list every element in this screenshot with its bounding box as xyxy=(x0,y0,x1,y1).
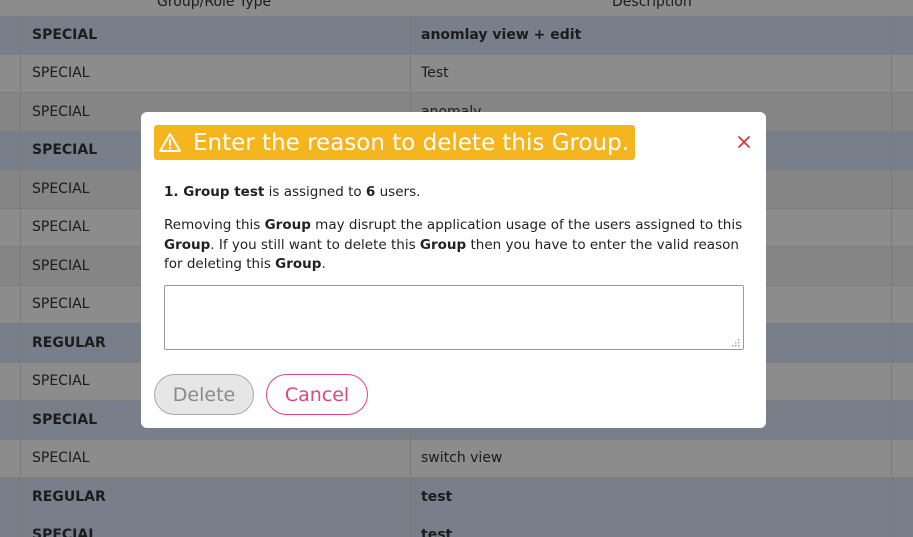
warning-icon xyxy=(159,132,181,152)
warning-group-1: Group xyxy=(264,217,311,233)
page: Group/Role Type Description SPECIAL anoml… xyxy=(0,0,913,537)
assignment-text: is assigned to xyxy=(264,184,366,200)
warning-message: Removing this Group may disrupt the appl… xyxy=(164,216,744,275)
list-number: 1. xyxy=(164,184,184,200)
dialog-title-bar: Enter the reason to delete this Group. xyxy=(154,125,636,160)
group-name: Group test xyxy=(183,184,265,200)
warning-group-2: Group xyxy=(164,236,211,253)
warning-text-3: . If you still want to delete this xyxy=(210,236,420,253)
user-count: 6 xyxy=(365,184,376,200)
delete-group-dialog: Enter the reason to delete this Group. 1… xyxy=(141,112,766,428)
cancel-button[interactable]: Cancel xyxy=(266,374,368,415)
warning-group-4: Group xyxy=(275,256,322,272)
dialog-title: Enter the reason to delete this Group. xyxy=(193,129,630,156)
warning-text-5: . xyxy=(321,256,326,272)
assignment-suffix: users. xyxy=(375,184,421,200)
warning-text-1: Removing this xyxy=(164,217,265,233)
warning-text-2: may disrupt the application usage of the… xyxy=(310,217,743,233)
resize-grip-icon[interactable] xyxy=(730,337,740,347)
delete-button[interactable]: Delete xyxy=(154,374,254,415)
close-icon[interactable] xyxy=(736,134,752,150)
warning-group-3: Group xyxy=(419,236,467,253)
assignment-message: 1. Group test is assigned to 6 users. xyxy=(164,184,420,200)
reason-textarea[interactable] xyxy=(164,285,744,350)
